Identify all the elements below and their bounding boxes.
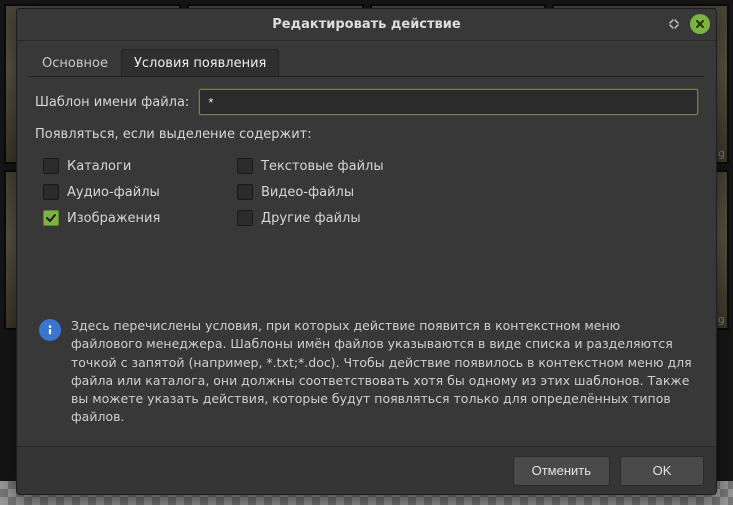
ok-button[interactable]: OK bbox=[620, 456, 704, 486]
check-label: Изображения bbox=[67, 211, 160, 226]
check-directories[interactable]: Каталоги bbox=[43, 158, 213, 174]
check-other-files[interactable]: Другие файлы bbox=[237, 210, 437, 226]
pattern-input[interactable] bbox=[199, 89, 698, 115]
check-label: Видео-файлы bbox=[261, 185, 354, 200]
dialog-title: Редактировать действие bbox=[272, 17, 460, 32]
appears-if-label: Появляться, если выделение содержит: bbox=[35, 127, 698, 142]
check-video-files[interactable]: Видео-файлы bbox=[237, 184, 437, 200]
check-text-files[interactable]: Текстовые файлы bbox=[237, 158, 437, 174]
filetype-checkbox-grid: Каталоги Текстовые файлы Аудио-файлы bbox=[43, 158, 698, 226]
check-audio-files[interactable]: Аудио-файлы bbox=[43, 184, 213, 200]
tab-bar: Основное Условия появления bbox=[29, 49, 704, 77]
dialog-footer: Отменить OK bbox=[17, 446, 716, 494]
pattern-label: Шаблон имени файла: bbox=[35, 95, 189, 110]
check-label: Каталоги bbox=[67, 159, 131, 174]
check-label: Аудио-файлы bbox=[67, 185, 160, 200]
tab-basic[interactable]: Основное bbox=[29, 49, 121, 77]
check-label: Другие файлы bbox=[261, 211, 361, 226]
cancel-button[interactable]: Отменить bbox=[513, 456, 610, 486]
maximize-button[interactable] bbox=[664, 14, 684, 34]
info-panel: Здесь перечислены условия, при которых д… bbox=[35, 311, 698, 440]
close-button[interactable] bbox=[690, 14, 710, 34]
info-text: Здесь перечислены условия, при которых д… bbox=[71, 317, 694, 426]
info-icon bbox=[39, 319, 61, 341]
edit-action-dialog: Редактировать действие Основное Условия … bbox=[16, 8, 717, 495]
check-images[interactable]: Изображения bbox=[43, 210, 213, 226]
dialog-titlebar: Редактировать действие bbox=[17, 9, 716, 41]
check-label: Текстовые файлы bbox=[261, 159, 384, 174]
tab-conditions[interactable]: Условия появления bbox=[121, 49, 279, 77]
